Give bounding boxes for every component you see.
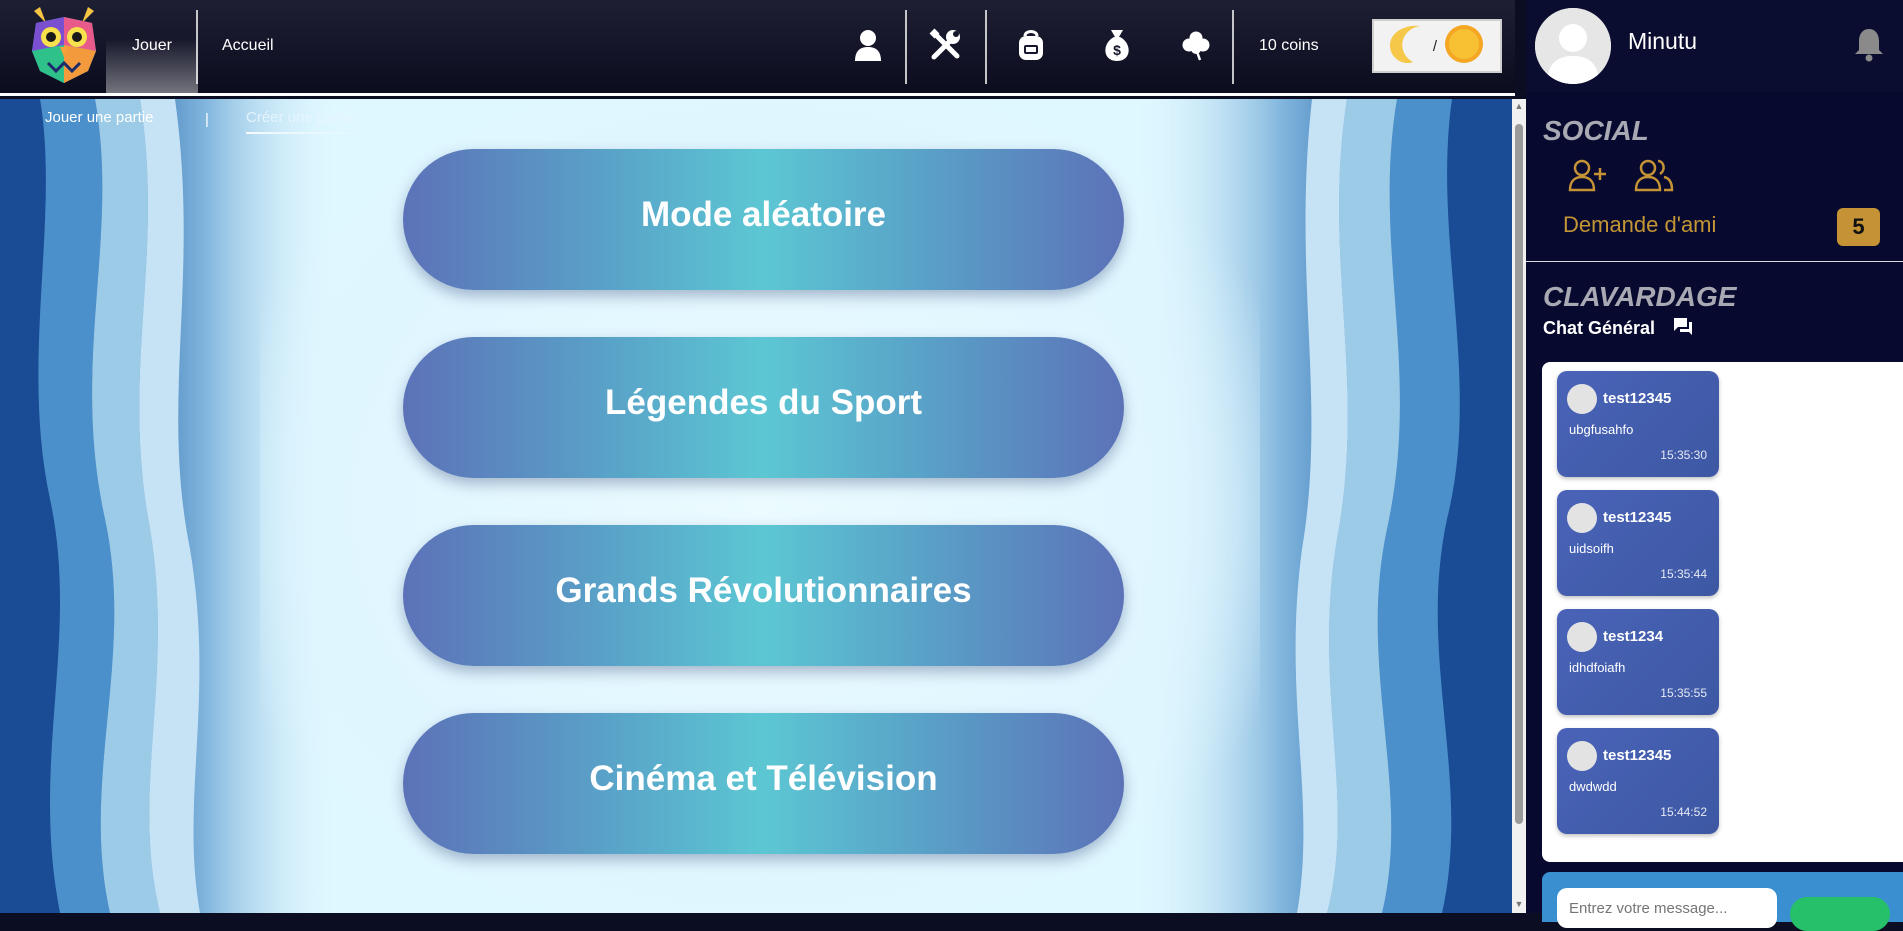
nav-divider [905,10,907,84]
chat-message: test1234 idhdfoiafh 15:35:55 [1557,609,1719,715]
message-author: test12345 [1603,747,1672,764]
theme-toggle[interactable]: / [1372,19,1502,73]
chat-message: test12345 ubgfusahfo 15:35:30 [1557,371,1719,477]
message-author: test12345 [1603,509,1672,526]
message-text: dwdwdd [1569,779,1617,794]
theme-separator: / [1432,37,1438,55]
profile-header: Minutu [1526,0,1903,92]
chat-composer [1542,872,1903,931]
scroll-thumb[interactable] [1515,124,1523,824]
right-sidebar: Minutu SOCIAL Demande d'ami 5 CLAVARDAGE… [1526,0,1903,931]
cinema-et-television-button[interactable]: Cinéma et Télévision [403,713,1124,854]
svg-text:$: $ [1113,42,1121,58]
friend-request-link[interactable]: Demande d'ami [1563,212,1716,238]
scroll-down-arrow[interactable]: ▼ [1514,899,1524,909]
legendes-du-sport-button[interactable]: Légendes du Sport [403,337,1124,478]
clover-icon[interactable] [1177,26,1215,64]
message-text: uidsoifh [1569,541,1614,556]
chat-message-input[interactable] [1557,888,1777,928]
message-text: ubgfusahfo [1569,422,1634,437]
chat-bubbles-icon [1672,316,1694,338]
avatar [1567,503,1597,533]
chat-message: test12345 uidsoifh 15:35:44 [1557,490,1719,596]
game-subtabs: Jouer une partie | Créer une partie [0,99,400,139]
bell-icon[interactable] [1852,26,1886,62]
nav-jouer-tab[interactable]: Jouer [106,0,198,96]
send-message-button[interactable] [1790,897,1890,931]
subtab-divider: | [205,111,209,128]
active-tab-indicator [246,132,364,134]
backpack-icon[interactable] [1012,26,1050,64]
avatar [1567,741,1597,771]
chat-channel-title: Chat Général [1543,318,1656,338]
user-icon[interactable] [849,26,887,64]
top-navbar: Jouer Accueil $ 10 coins / [0,0,1515,96]
user-plus-icon[interactable] [1568,158,1608,192]
mode-aleatoire-button[interactable]: Mode aléatoire [403,149,1124,290]
main-scrollbar[interactable]: ▲ ▼ [1512,99,1526,913]
grands-revolutionnaires-button[interactable]: Grands Révolutionnaires [403,525,1124,666]
friend-request-count-badge: 5 [1837,208,1880,246]
nav-divider [196,10,198,84]
scroll-up-arrow[interactable]: ▲ [1514,101,1524,111]
nav-divider [1232,10,1234,84]
avatar[interactable] [1535,8,1611,84]
main-content: Jouer une partie | Créer une partie Mode… [0,99,1512,913]
users-icon[interactable] [1634,158,1674,192]
owl-logo[interactable] [26,5,102,85]
money-bag-icon[interactable]: $ [1098,26,1136,64]
tab-jouer-une-partie[interactable]: Jouer une partie [45,109,153,126]
social-heading: SOCIAL [1543,115,1649,146]
chat-message-list[interactable]: test12345 ubgfusahfo 15:35:30 test12345 … [1542,362,1903,862]
avatar [1567,384,1597,414]
chat-message: test12345 dwdwdd 15:44:52 [1557,728,1719,834]
avatar [1567,622,1597,652]
tab-creer-une-partie[interactable]: Créer une partie [246,109,354,126]
clavardage-heading: CLAVARDAGE [1543,281,1737,312]
nav-divider [985,10,987,84]
message-author: test1234 [1603,628,1664,645]
username: Minutu [1628,28,1698,54]
sidebar-divider [1526,261,1903,262]
message-timestamp: 15:35:44 [1660,567,1707,581]
moon-icon [1387,22,1429,71]
tools-icon[interactable] [927,26,965,64]
message-timestamp: 15:35:30 [1660,448,1707,462]
message-text: idhdfoiafh [1569,660,1626,675]
message-author: test12345 [1603,390,1672,407]
message-timestamp: 15:44:52 [1660,805,1707,819]
nav-accueil-link[interactable]: Accueil [222,37,274,55]
message-timestamp: 15:35:55 [1660,686,1707,700]
sun-icon [1441,21,1487,72]
coin-balance: 10 coins [1259,37,1319,54]
